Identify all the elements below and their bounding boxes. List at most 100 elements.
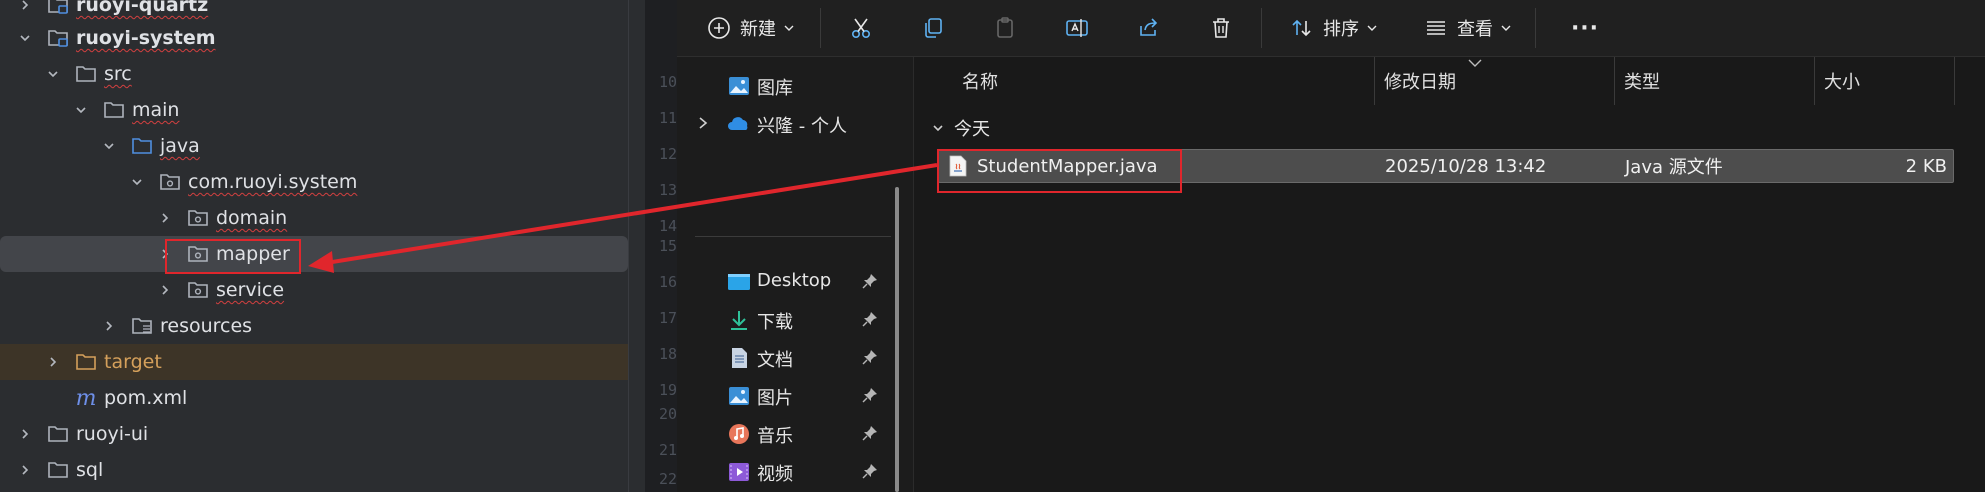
tree-item-main[interactable]: main <box>0 92 628 128</box>
line-number: 13 <box>659 181 678 199</box>
group-header-today[interactable]: 今天 <box>932 113 990 143</box>
folder-icon <box>74 62 98 86</box>
file-modified-date: 2025/10/28 13:42 <box>1385 155 1547 177</box>
music-icon <box>729 424 749 444</box>
more-options-button[interactable]: ··· <box>1555 8 1615 48</box>
chevron-right-icon[interactable] <box>697 116 709 130</box>
nav-item-documents[interactable]: 文档 <box>677 337 914 377</box>
nav-item-desktop[interactable]: Desktop <box>677 261 914 301</box>
sort-button-label: 排序 <box>1323 19 1359 40</box>
tree-item-resources[interactable]: resources <box>0 308 628 344</box>
column-header-label: 修改日期 <box>1384 72 1456 93</box>
column-divider[interactable] <box>1954 57 1955 105</box>
chevron-right-icon[interactable] <box>102 308 116 344</box>
chevron-right-icon[interactable] <box>158 200 172 236</box>
tree-item-sql[interactable]: sql <box>0 452 628 488</box>
tree-item-java[interactable]: java <box>0 128 628 164</box>
nav-item-onedrive[interactable]: 兴隆 - 个人 <box>677 103 914 143</box>
pin-icon[interactable] <box>862 463 878 479</box>
nav-divider <box>695 236 891 237</box>
paste-button[interactable] <box>985 8 1025 48</box>
tree-item-target[interactable]: target <box>0 344 645 380</box>
chevron-right-icon[interactable] <box>18 416 32 452</box>
tree-item-src[interactable]: src <box>0 56 628 92</box>
tree-item-label: pom.xml <box>104 387 188 409</box>
file-size: 2 KB <box>1905 155 1947 177</box>
tree-scrollbar[interactable] <box>628 0 645 492</box>
nav-scrollbar[interactable] <box>895 187 899 492</box>
toolbar-separator <box>820 8 821 48</box>
column-divider[interactable] <box>1814 57 1815 105</box>
sort-button[interactable]: 排序 <box>1283 8 1383 48</box>
line-number: 21 <box>659 441 678 459</box>
excluded-folder-icon <box>74 350 98 374</box>
pin-icon[interactable] <box>862 349 878 365</box>
onedrive-cloud-icon <box>728 117 748 130</box>
tree-item-com-ruoyi-system[interactable]: com.ruoyi.system <box>0 164 628 200</box>
nav-item-music[interactable]: 音乐 <box>677 413 914 453</box>
column-divider[interactable] <box>1614 57 1615 105</box>
nav-item-gallery[interactable]: 图库 <box>677 65 914 105</box>
tree-item-ruoyi-ui[interactable]: ruoyi-ui <box>0 416 628 452</box>
paste-icon <box>997 17 1013 38</box>
tree-item-service[interactable]: service <box>0 272 628 308</box>
file-explorer-window: 新建 排序 查看 ··· 图库 兴隆 - 个人 Desktop 下载 文档 图片… <box>677 0 1985 492</box>
pin-icon[interactable] <box>862 311 878 327</box>
share-button[interactable] <box>1129 8 1169 48</box>
chevron-right-icon[interactable] <box>46 344 60 380</box>
toolbar-separator <box>1261 8 1262 48</box>
line-number: 20 <box>659 405 678 423</box>
scissors-icon <box>852 18 871 39</box>
new-button[interactable]: 新建 <box>701 8 799 48</box>
view-list-icon <box>1427 21 1445 35</box>
column-header-type[interactable]: 类型 <box>1624 57 1660 105</box>
column-header-label: 名称 <box>962 72 998 93</box>
chevron-down-icon[interactable] <box>46 56 60 92</box>
chevron-right-icon[interactable] <box>158 272 172 308</box>
tree-item-label: service <box>216 279 285 301</box>
column-header-name[interactable]: 名称 <box>962 57 998 105</box>
nav-item-downloads[interactable]: 下载 <box>677 299 914 339</box>
line-number: 16 <box>659 273 678 291</box>
column-header-modified[interactable]: 修改日期 <box>1384 57 1456 105</box>
line-number: 11 <box>659 109 678 127</box>
tree-item-ruoyi-system[interactable]: ruoyi-system <box>0 20 628 56</box>
line-number: 12 <box>659 145 678 163</box>
line-number: 19 <box>659 381 678 399</box>
documents-icon <box>732 348 747 368</box>
nav-item-label: 下载 <box>757 312 793 333</box>
nav-item-videos[interactable]: 视频 <box>677 451 914 491</box>
tree-item-mapper[interactable]: mapper <box>0 236 628 272</box>
pin-icon[interactable] <box>862 273 878 289</box>
rename-button[interactable] <box>1057 8 1097 48</box>
chevron-down-icon[interactable] <box>130 164 144 200</box>
delete-button[interactable] <box>1201 8 1241 48</box>
line-number: 14 <box>659 217 678 235</box>
project-tree-panel: ruoyi-quartz ruoyi-system src main java … <box>0 0 645 492</box>
folder-icon <box>102 98 126 122</box>
chevron-down-icon[interactable] <box>18 20 32 56</box>
column-header-size[interactable]: 大小 <box>1824 57 1860 105</box>
cut-button[interactable] <box>841 8 881 48</box>
nav-item-pictures[interactable]: 图片 <box>677 375 914 415</box>
nav-item-label: 图库 <box>757 78 793 99</box>
chevron-down-icon[interactable] <box>932 122 944 134</box>
pin-icon[interactable] <box>862 425 878 441</box>
copy-button[interactable] <box>913 8 953 48</box>
tree-item-label: domain <box>216 207 288 229</box>
toolbar-separator <box>1535 8 1536 48</box>
tree-item-pom-xml[interactable]: m pom.xml <box>0 380 628 416</box>
sort-arrows-icon <box>1292 19 1311 37</box>
tree-item-label: java <box>160 135 200 157</box>
column-header-label: 大小 <box>1824 72 1860 93</box>
download-icon <box>731 311 747 330</box>
group-label: 今天 <box>954 119 990 140</box>
view-button[interactable]: 查看 <box>1417 8 1517 48</box>
pin-icon[interactable] <box>862 387 878 403</box>
chevron-right-icon[interactable] <box>18 452 32 488</box>
chevron-down-icon[interactable] <box>102 128 116 164</box>
folder-icon <box>46 458 70 482</box>
column-divider[interactable] <box>1374 57 1375 105</box>
chevron-down-icon[interactable] <box>74 92 88 128</box>
tree-item-domain[interactable]: domain <box>0 200 628 236</box>
